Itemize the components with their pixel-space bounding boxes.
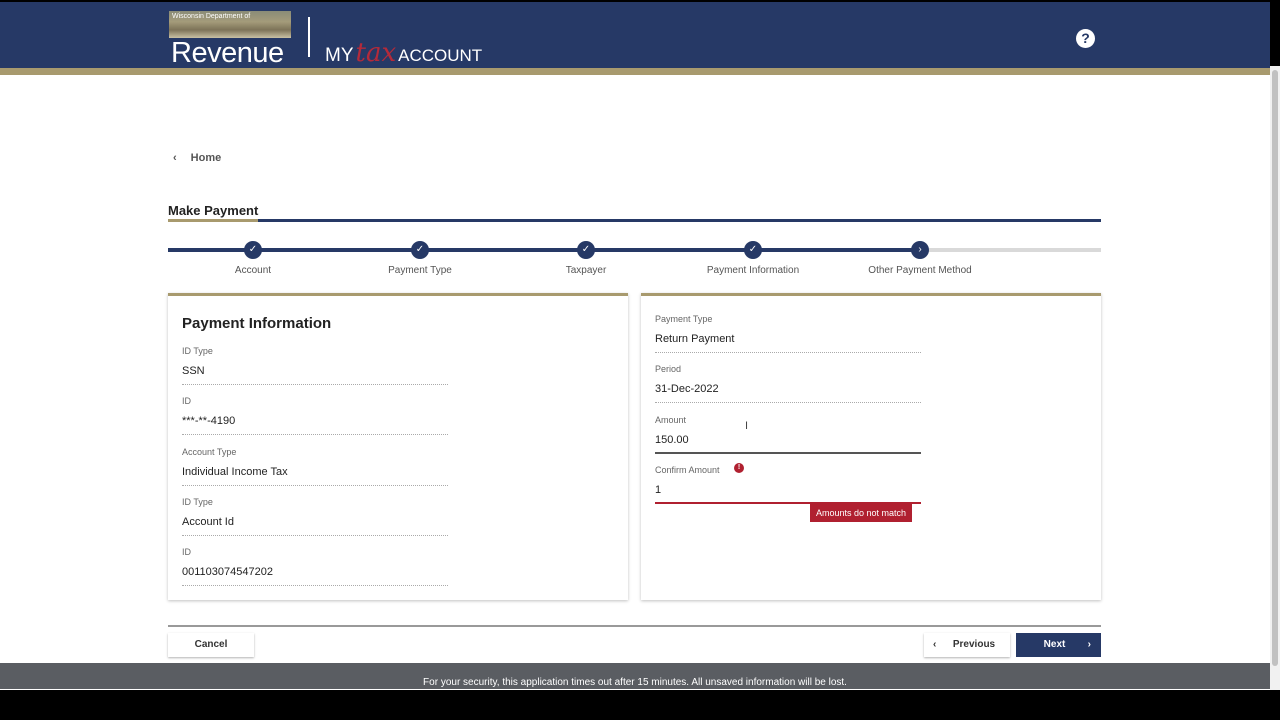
field-id: ID ***-**-4190	[182, 396, 448, 435]
header-stripe	[0, 68, 1270, 75]
scrollbar-thumb[interactable]	[1272, 70, 1278, 666]
field-value: ***-**-4190	[182, 415, 448, 435]
step-account-check-icon: ✓	[244, 241, 262, 259]
previous-button[interactable]: ‹ Previous	[924, 633, 1010, 657]
previous-label: Previous	[952, 639, 996, 650]
app-title-my: MY	[325, 45, 354, 66]
text-cursor-icon: I	[745, 420, 749, 432]
field-label: Payment Type	[655, 314, 713, 324]
title-underline	[168, 219, 1101, 222]
app-title-account: ACCOUNT	[398, 46, 483, 65]
step-payment-type-label: Payment Type	[388, 265, 452, 276]
amount-input[interactable]: 150.00	[655, 434, 921, 454]
step-payment-info-check-icon: ✓	[744, 241, 762, 259]
field-label: ID	[182, 547, 191, 557]
step-taxpayer-check-icon: ✓	[577, 241, 595, 259]
field-label: ID Type	[182, 346, 213, 356]
confirm-amount-field[interactable]: Confirm Amount ! 1 Amounts do not match	[655, 463, 921, 522]
breadcrumb-home[interactable]: Home	[191, 152, 222, 164]
stepper-track-complete	[168, 248, 920, 252]
field-id-2: ID 001103074547202	[182, 547, 448, 586]
field-value: Return Payment	[655, 333, 921, 353]
logo-wordmark: Revenue	[171, 37, 284, 69]
field-value: Individual Income Tax	[182, 466, 448, 486]
card-title: Payment Information	[182, 315, 332, 332]
logo-photo: Wisconsin Department of	[169, 11, 291, 38]
field-id-type: ID Type SSN	[182, 346, 448, 385]
breadcrumb[interactable]: ‹ Home	[173, 152, 221, 164]
chevron-right-icon: ›	[1087, 639, 1091, 650]
payment-info-card: Payment Information ID Type SSN ID ***-*…	[168, 293, 628, 600]
field-period: Period 31-Dec-2022	[655, 364, 921, 403]
chevron-left-icon: ‹	[933, 639, 937, 650]
step-account-label: Account	[234, 265, 272, 276]
page-title: Make Payment	[168, 203, 259, 218]
payment-entry-card: Payment Type Return Payment Period 31-De…	[641, 293, 1101, 600]
field-label: ID	[182, 396, 191, 406]
app-title: MYtax ACCOUNT	[325, 38, 482, 68]
confirm-amount-input[interactable]: 1	[655, 484, 921, 504]
session-timeout-footer: For your security, this application time…	[0, 663, 1270, 689]
field-label: Amount	[655, 415, 687, 425]
app-header: Wisconsin Department of Revenue MYtax ACC…	[0, 2, 1270, 68]
scrollbar[interactable]	[1270, 66, 1280, 690]
stepper-track-remaining	[920, 248, 1101, 252]
field-label: Account Type	[182, 447, 237, 457]
cancel-button[interactable]: Cancel	[168, 633, 254, 657]
actions-divider	[168, 625, 1101, 627]
field-account-type: Account Type Individual Income Tax	[182, 447, 448, 486]
app-title-tax: tax	[355, 38, 397, 68]
step-other-method-chevron-icon: ›	[911, 241, 929, 259]
field-value: 31-Dec-2022	[655, 383, 921, 403]
progress-stepper: ✓ Account ✓ Payment Type ✓ Taxpayer ✓ Pa…	[168, 238, 1101, 278]
logo-dept-text: Wisconsin Department of	[172, 13, 251, 20]
field-value: 001103074547202	[182, 566, 448, 586]
next-button[interactable]: Next ›	[1016, 633, 1101, 657]
dor-logo[interactable]: Wisconsin Department of Revenue	[169, 11, 291, 69]
page-content: ‹ Home Make Payment ✓ Account ✓ Payment T…	[0, 75, 1270, 690]
header-divider	[308, 17, 310, 57]
error-icon: !	[734, 463, 744, 473]
step-taxpayer-label: Taxpayer	[565, 265, 607, 276]
step-other-method-label: Other Payment Method	[868, 265, 972, 276]
amount-field[interactable]: Amount 150.00	[655, 415, 921, 454]
field-payment-type: Payment Type Return Payment	[655, 314, 921, 353]
field-label: Confirm Amount	[655, 465, 720, 475]
field-id-type-2: ID Type Account Id	[182, 497, 448, 536]
step-payment-type-check-icon: ✓	[411, 241, 429, 259]
error-message: Amounts do not match	[810, 504, 913, 522]
next-label: Next	[1043, 639, 1066, 650]
field-label: ID Type	[182, 497, 213, 507]
back-chevron-icon: ‹	[173, 152, 177, 164]
field-value: SSN	[182, 365, 448, 385]
help-icon[interactable]: ?	[1076, 29, 1095, 48]
field-label: Period	[655, 364, 682, 374]
field-value: Account Id	[182, 516, 448, 536]
step-payment-info-label: Payment Information	[706, 265, 800, 276]
